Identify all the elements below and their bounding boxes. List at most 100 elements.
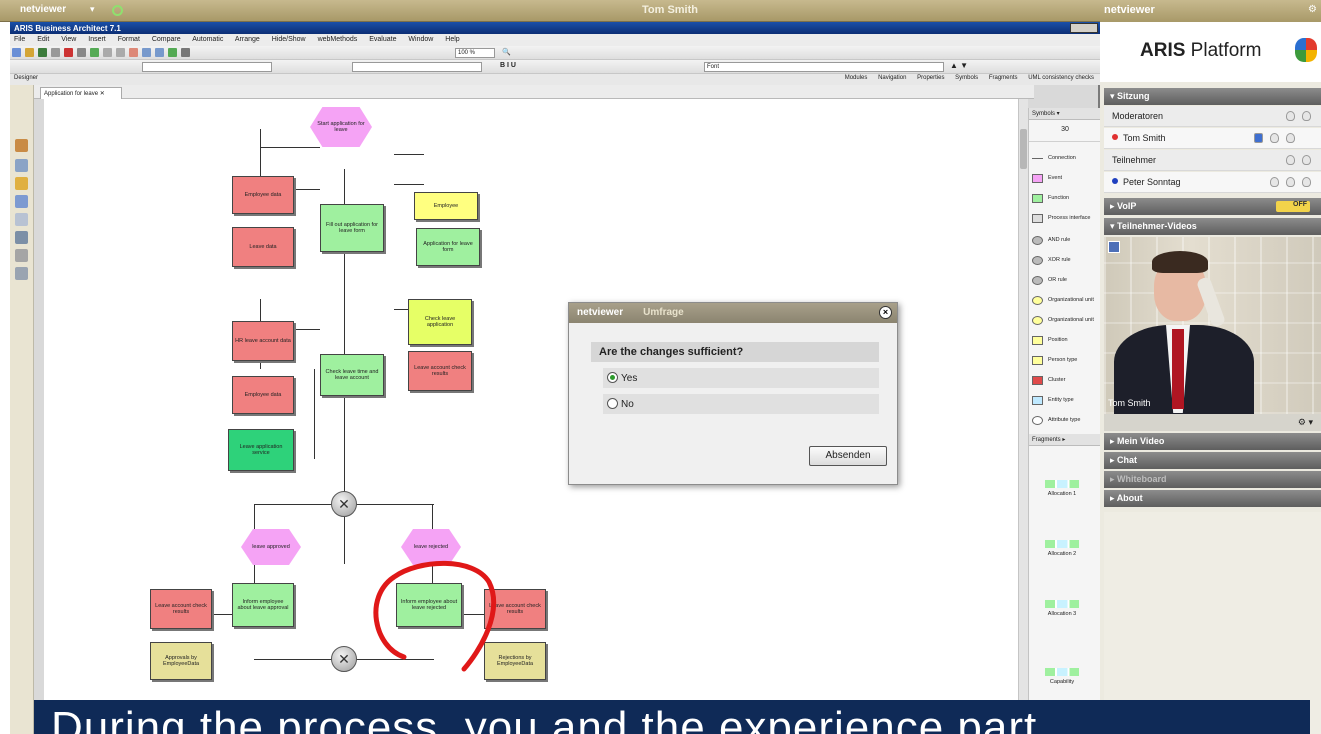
submit-button[interactable]: Absenden: [809, 446, 887, 466]
palette-process-interface[interactable]: Process interface: [1032, 212, 1100, 228]
palette-connection[interactable]: Connection: [1032, 152, 1100, 168]
undo-icon[interactable]: [103, 48, 112, 57]
cam-icon[interactable]: [1286, 177, 1295, 187]
properties-icon[interactable]: [181, 48, 190, 57]
palette-org-unit[interactable]: Organizational unit: [1032, 294, 1100, 310]
node-check-result[interactable]: Leave account check results: [408, 351, 472, 391]
redo-icon[interactable]: [116, 48, 125, 57]
close-icon[interactable]: ×: [879, 306, 892, 319]
node-check-leave[interactable]: Check leave application: [408, 299, 472, 345]
option-no[interactable]: No: [603, 394, 879, 414]
zoom-in-icon[interactable]: 🔍: [502, 48, 511, 56]
opt-uml-checks[interactable]: UML consistency checks: [1028, 75, 1094, 81]
menu-help[interactable]: Help: [445, 36, 459, 43]
palette-org-unit-2[interactable]: Organizational unit: [1032, 314, 1100, 330]
node-employee-data-2[interactable]: Employee data: [232, 376, 294, 414]
palette-xor-rule[interactable]: XOR rule: [1032, 254, 1100, 270]
menu-automatic[interactable]: Automatic: [192, 36, 223, 43]
xor-join[interactable]: ✕: [331, 646, 357, 672]
mic-icon[interactable]: [1270, 133, 1279, 143]
zoom-field[interactable]: 100 %: [455, 48, 495, 58]
opt-properties[interactable]: Properties: [917, 75, 944, 81]
node-check-time[interactable]: Check leave time and leave account: [320, 354, 384, 396]
gear-icon[interactable]: ⚙ ▾: [1298, 417, 1313, 427]
menu-insert[interactable]: Insert: [88, 36, 106, 43]
font-field[interactable]: Font: [704, 62, 944, 72]
participant-row[interactable]: Peter Sonntag: [1104, 172, 1321, 193]
menu-view[interactable]: View: [61, 36, 76, 43]
event-approved[interactable]: leave approved: [241, 529, 301, 565]
radio-icon[interactable]: [607, 398, 618, 409]
section-sitzung[interactable]: ▾ Sitzung: [1104, 88, 1321, 105]
canvas-scrollbar[interactable]: [1018, 99, 1028, 734]
section-mein-video[interactable]: ▸ Mein Video: [1104, 433, 1321, 450]
palette-or-rule[interactable]: OR rule: [1032, 274, 1100, 290]
fragment-allocation-3[interactable]: Allocation 3: [1039, 600, 1085, 617]
bold-button[interactable]: B I U: [500, 62, 516, 69]
node-fill-out-form[interactable]: Fill out application for leave form: [320, 204, 384, 252]
users-icon[interactable]: [15, 231, 28, 244]
section-teilnehmer-videos[interactable]: ▾ Teilnehmer-Videos: [1104, 218, 1321, 235]
fragment-allocation-2[interactable]: Allocation 2: [1039, 540, 1085, 557]
layout2-icon[interactable]: [155, 48, 164, 57]
voip-toggle[interactable]: OFF: [1276, 201, 1310, 212]
option-yes[interactable]: Yes: [603, 368, 879, 388]
section-chat[interactable]: ▸ Chat: [1104, 452, 1321, 469]
style-combo[interactable]: [142, 62, 272, 72]
palette-attribute-type[interactable]: Attribute type: [1032, 414, 1100, 430]
library-icon[interactable]: [15, 195, 28, 208]
model-icon[interactable]: [168, 48, 177, 57]
more-icon[interactable]: [1302, 177, 1311, 187]
section-voip[interactable]: ▸ VoIP OFF: [1104, 198, 1321, 215]
menu-file[interactable]: File: [14, 36, 25, 43]
palette-entity-type[interactable]: Entity type: [1032, 394, 1100, 410]
tab-application-for-leave[interactable]: Application for leave ✕: [40, 87, 122, 99]
opt-modules[interactable]: Modules: [845, 75, 868, 81]
font-combo[interactable]: [352, 62, 482, 72]
opt-fragments[interactable]: Fragments: [989, 75, 1018, 81]
video-options-icon[interactable]: [1108, 241, 1120, 253]
menu-format[interactable]: Format: [118, 36, 140, 43]
opt-symbols[interactable]: Symbols: [955, 75, 978, 81]
save-icon[interactable]: [38, 48, 47, 57]
node-application-form[interactable]: Application for leave form: [416, 228, 480, 266]
node-check-result-a[interactable]: Leave account check results: [150, 589, 212, 629]
palette-function[interactable]: Function: [1032, 192, 1100, 208]
opt-navigation[interactable]: Navigation: [878, 75, 906, 81]
node-approvals[interactable]: Approvals by EmployeeData: [150, 642, 212, 680]
palette-and-rule[interactable]: AND rule: [1032, 234, 1100, 250]
close-icon[interactable]: ✕: [100, 91, 105, 97]
menu-window[interactable]: Window: [408, 36, 433, 43]
menu-webmethods[interactable]: webMethods: [318, 36, 358, 43]
node-leave-service[interactable]: Leave application service: [228, 429, 294, 471]
menu-evaluate[interactable]: Evaluate: [369, 36, 396, 43]
scroll-thumb[interactable]: [1020, 129, 1027, 169]
home-icon[interactable]: [15, 139, 28, 152]
menu-compare[interactable]: Compare: [152, 36, 181, 43]
search-icon[interactable]: [15, 267, 28, 280]
hierarchy-icon[interactable]: [15, 177, 28, 190]
event-start[interactable]: Start application for leave: [310, 107, 372, 147]
new-icon[interactable]: [12, 48, 21, 57]
fragment-capability[interactable]: Capability: [1039, 668, 1085, 685]
node-inform-approved[interactable]: Inform employee about leave approval: [232, 583, 294, 627]
fragment-allocation-1[interactable]: Allocation 1: [1039, 480, 1085, 497]
palette-event[interactable]: Event: [1032, 172, 1100, 188]
palette-person-type[interactable]: Person type: [1032, 354, 1100, 370]
moderator-row[interactable]: Tom Smith: [1104, 128, 1321, 149]
node-employee[interactable]: Employee: [414, 192, 478, 220]
cut-icon[interactable]: [64, 48, 73, 57]
collapse-chevrons-icon[interactable]: ▲ ▼: [950, 61, 968, 70]
layout-icon[interactable]: [142, 48, 151, 57]
properties-icon[interactable]: [15, 213, 28, 226]
paste-icon[interactable]: [90, 48, 99, 57]
print-icon[interactable]: [51, 48, 60, 57]
node-hr-leave-data[interactable]: HR leave account data: [232, 321, 294, 361]
palette-position[interactable]: Position: [1032, 334, 1100, 350]
palette-cluster[interactable]: Cluster: [1032, 374, 1100, 390]
open-icon[interactable]: [25, 48, 34, 57]
xor-split[interactable]: ✕: [331, 491, 357, 517]
explorer-icon[interactable]: [15, 159, 28, 172]
mic-icon[interactable]: [1270, 177, 1279, 187]
cam-icon[interactable]: [1286, 133, 1295, 143]
